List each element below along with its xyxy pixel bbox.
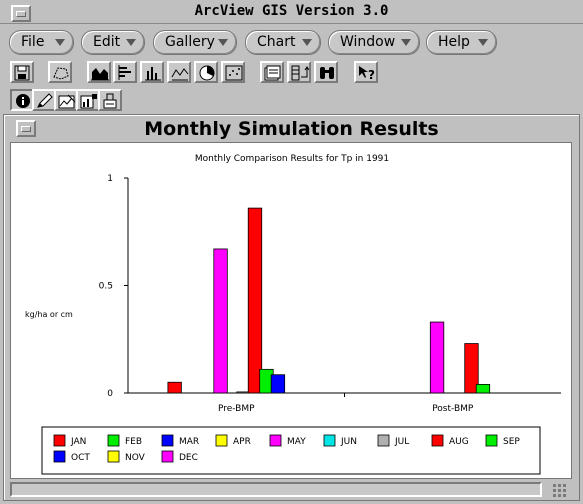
legend-label: SEP: [503, 437, 520, 447]
legend-label: JAN: [70, 437, 86, 447]
bar-oct: [270, 374, 286, 394]
legend-swatch: [215, 434, 228, 447]
chart-edit-icon: [58, 94, 76, 109]
chevron-down-icon: [218, 39, 228, 46]
legend-swatch: [107, 450, 120, 463]
menu-edit[interactable]: Edit: [81, 30, 145, 55]
legend-label: JUL: [394, 437, 409, 447]
help-button[interactable]: ?: [354, 61, 378, 83]
app-title: ArcView GIS Version 3.0: [194, 3, 389, 19]
menu-chart-label: Chart: [257, 34, 296, 50]
column-chart-icon: [145, 67, 161, 81]
menu-window-label: Window: [340, 34, 396, 50]
scatter-chart-icon: [225, 65, 243, 81]
legend-label: OCT: [71, 453, 90, 463]
menu-gallery-label: Gallery: [165, 34, 215, 50]
properties-icon: [53, 67, 69, 80]
legend-label: MAY: [287, 437, 306, 447]
series-color-tool[interactable]: [76, 89, 100, 111]
line-chart-button[interactable]: [167, 61, 191, 83]
chevron-down-icon: [478, 39, 488, 46]
pie-chart-icon: [199, 65, 215, 81]
menu-file[interactable]: File: [9, 30, 74, 55]
chart-edit-tool[interactable]: [54, 89, 78, 111]
legend-swatch: [161, 450, 174, 463]
bar-sep: [475, 383, 491, 394]
chart-window-title: Monthly Simulation Results: [144, 118, 439, 140]
legend-box: [41, 426, 541, 475]
menu-window[interactable]: Window: [328, 30, 420, 55]
legend-label: FEB: [125, 437, 142, 447]
chart-properties-button[interactable]: [260, 61, 284, 83]
svg-text:?: ?: [368, 68, 375, 81]
chevron-down-icon: [126, 39, 136, 46]
bar-may: [213, 248, 228, 394]
paint-bucket-icon: [103, 93, 117, 109]
properties-button[interactable]: [48, 61, 72, 83]
y-tick-label: 1: [107, 174, 113, 184]
chevron-down-icon: [401, 39, 411, 46]
scatter-chart-button[interactable]: [221, 61, 245, 83]
menu-chart[interactable]: Chart: [245, 30, 321, 55]
pie-chart-button[interactable]: [194, 61, 218, 83]
chevron-down-icon: [302, 39, 312, 46]
erase-tool[interactable]: [32, 89, 56, 111]
floppy-disk-icon: [14, 65, 30, 81]
menu-file-label: File: [21, 34, 45, 50]
chart-panel: Monthly Comparison Results for Tp in 199…: [10, 142, 572, 479]
legend-swatch: [53, 434, 66, 447]
menu-help[interactable]: Help: [426, 30, 497, 55]
menu-edit-label: Edit: [93, 34, 121, 50]
menu-help-label: Help: [438, 34, 470, 50]
bar-aug: [247, 207, 263, 394]
paint-tool[interactable]: [98, 89, 122, 111]
y-axis-label: kg/ha or cm: [25, 310, 73, 319]
y-tick-label: 0: [107, 389, 113, 399]
horizontal-bar-chart-icon: [118, 65, 131, 80]
x-tick-label: Pre-BMP: [218, 404, 255, 414]
find-button[interactable]: [314, 61, 338, 83]
pencil-icon: [37, 93, 53, 108]
series-icon: [291, 65, 309, 81]
binoculars-icon: [320, 67, 334, 79]
info-icon: [16, 94, 30, 108]
legend-label: DEC: [179, 453, 198, 463]
title-divider: [0, 23, 583, 24]
legend-swatch: [53, 450, 66, 463]
y-tick-label: 0.5: [99, 282, 113, 292]
legend-swatch: [377, 434, 390, 447]
resize-grip-icon: [553, 484, 566, 497]
legend-swatch: [431, 434, 444, 447]
legend-swatch: [269, 434, 282, 447]
bar-chart-horizontal-button[interactable]: [113, 61, 137, 83]
x-tick-label: Post-BMP: [432, 404, 474, 414]
line-chart-icon: [171, 68, 189, 81]
legend-label: NOV: [125, 453, 146, 463]
chart-properties-icon: [264, 65, 281, 81]
bar-jan: [167, 381, 182, 394]
series-color-icon: [80, 94, 97, 109]
legend-label: JUN: [340, 437, 357, 447]
resize-grip[interactable]: [549, 480, 571, 498]
area-chart-button[interactable]: [87, 61, 111, 83]
legend-swatch: [107, 434, 120, 447]
legend-label: AUG: [449, 437, 469, 447]
column-chart-button[interactable]: [140, 61, 164, 83]
chart-canvas: Monthly Comparison Results for Tp in 199…: [25, 154, 561, 475]
legend-swatch: [323, 434, 336, 447]
status-bar: [10, 482, 542, 497]
legend-label: MAR: [179, 437, 199, 447]
chart-title: Monthly Comparison Results for Tp in 199…: [195, 154, 389, 164]
save-button[interactable]: [10, 61, 34, 83]
legend-swatch: [485, 434, 498, 447]
area-chart-icon: [91, 68, 109, 81]
menu-gallery[interactable]: Gallery: [153, 30, 237, 55]
legend-swatch: [161, 434, 174, 447]
chevron-down-icon: [55, 39, 65, 46]
series-rows-columns-button[interactable]: [287, 61, 311, 83]
identify-tool[interactable]: [10, 89, 34, 111]
bar-may: [429, 321, 445, 394]
legend-label: APR: [233, 437, 251, 447]
help-pointer-icon: ?: [359, 66, 375, 81]
